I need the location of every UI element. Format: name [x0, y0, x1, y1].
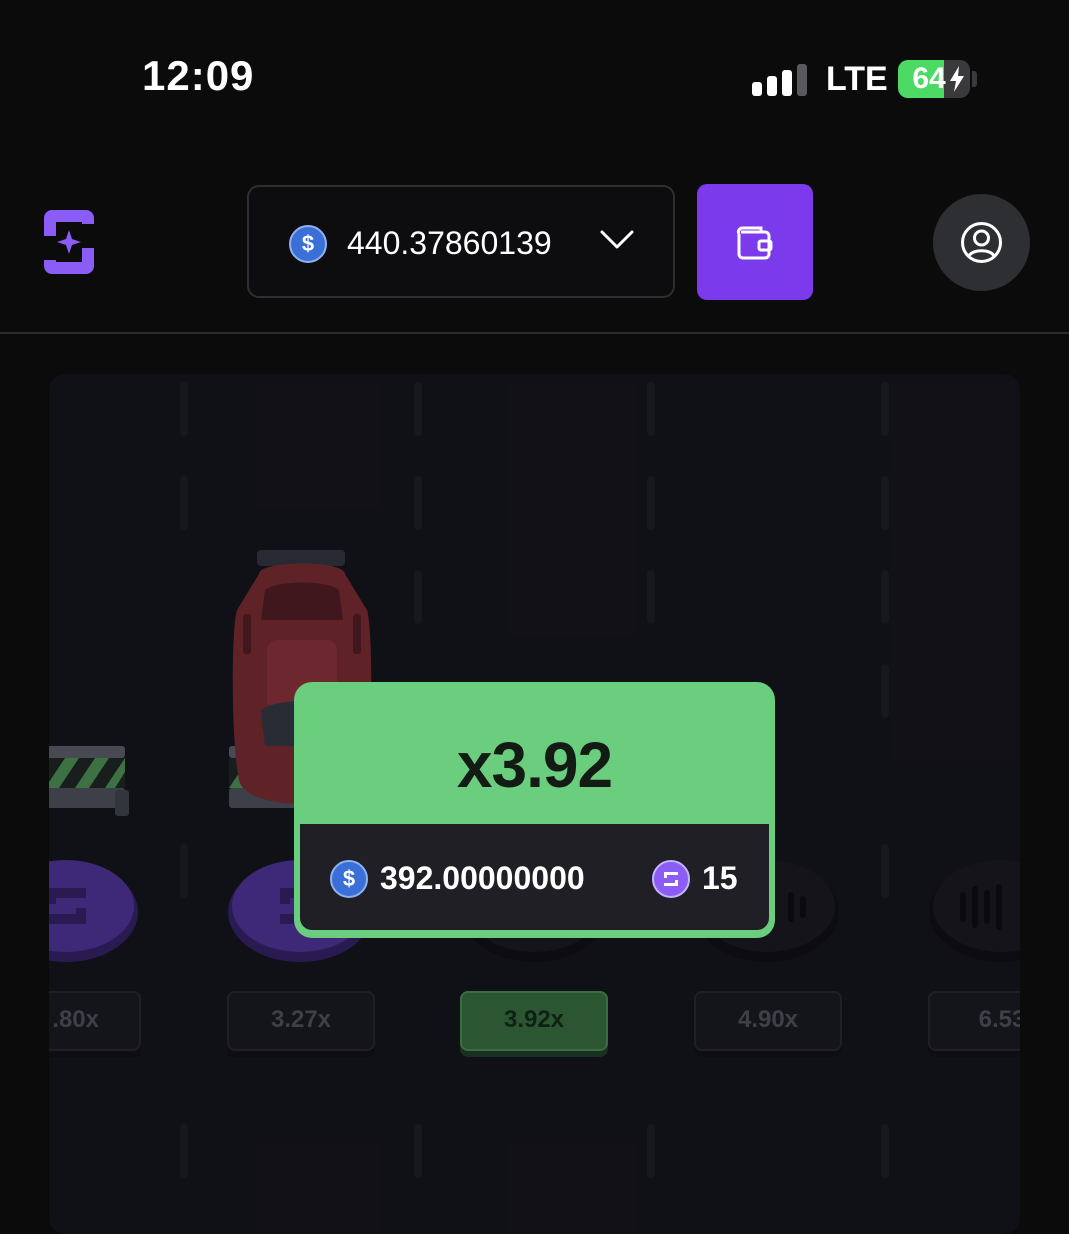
- lane-marking: [180, 382, 188, 436]
- app-logo-icon[interactable]: [38, 208, 100, 276]
- lane-marking: [881, 382, 889, 436]
- battery-cap: [972, 71, 977, 87]
- lane-marking: [881, 844, 889, 898]
- balance-amount: 440.37860139: [347, 225, 552, 261]
- win-popup: x3.92 $ 392.00000000 15: [294, 682, 775, 938]
- network-type: LTE: [826, 60, 888, 98]
- win-details: $ 392.00000000 15: [300, 824, 769, 930]
- usd-coin-icon: $: [289, 225, 327, 263]
- charging-bolt-icon: [950, 66, 964, 92]
- lane-marking: [647, 382, 655, 436]
- lane-multiplier: 6.53: [928, 991, 1020, 1051]
- lane-marking: [881, 1124, 889, 1178]
- wallet-icon: [736, 226, 773, 260]
- win-amount: 392.00000000: [380, 860, 585, 896]
- lane-marking: [414, 476, 422, 530]
- lane-marking: [881, 664, 889, 718]
- user-profile-icon: [961, 222, 1002, 263]
- wallet-button[interactable]: [697, 184, 813, 300]
- lane-marking: [180, 844, 188, 898]
- lane-marking: [647, 476, 655, 530]
- lane-multiplier: 4.90x: [694, 991, 842, 1051]
- battery-indicator: 64: [898, 60, 970, 98]
- coin-icon: [49, 860, 138, 962]
- win-multiplier: x3.92: [456, 729, 613, 801]
- profile-button[interactable]: [933, 194, 1030, 291]
- usd-coin-icon: $: [330, 860, 368, 898]
- token-icon: [652, 860, 690, 898]
- lane-marking: [881, 570, 889, 624]
- header-divider: [0, 332, 1069, 334]
- lane-marking: [881, 476, 889, 530]
- win-token-amount: 15: [702, 860, 738, 896]
- lane-multiplier-current: 3.92x: [460, 991, 608, 1051]
- barrier-icon: [49, 746, 129, 816]
- lane-marking: [647, 1124, 655, 1178]
- lane-marking: [180, 476, 188, 530]
- s-logo-icon: [664, 872, 678, 886]
- signal-strength-icon: [752, 64, 808, 96]
- status-time: 12:09: [142, 52, 255, 99]
- lane-marking: [414, 570, 422, 624]
- balance-selector[interactable]: $ 440.37860139: [247, 185, 675, 298]
- chevron-down-icon: [600, 230, 634, 249]
- coin-icon: [929, 860, 1020, 962]
- lane-marking: [414, 1124, 422, 1178]
- lane-marking: [414, 382, 422, 436]
- lane-marking: [180, 1124, 188, 1178]
- lane-multiplier: 3.27x: [227, 991, 375, 1051]
- lane-multiplier: .80x: [49, 991, 141, 1051]
- lane-marking: [647, 570, 655, 624]
